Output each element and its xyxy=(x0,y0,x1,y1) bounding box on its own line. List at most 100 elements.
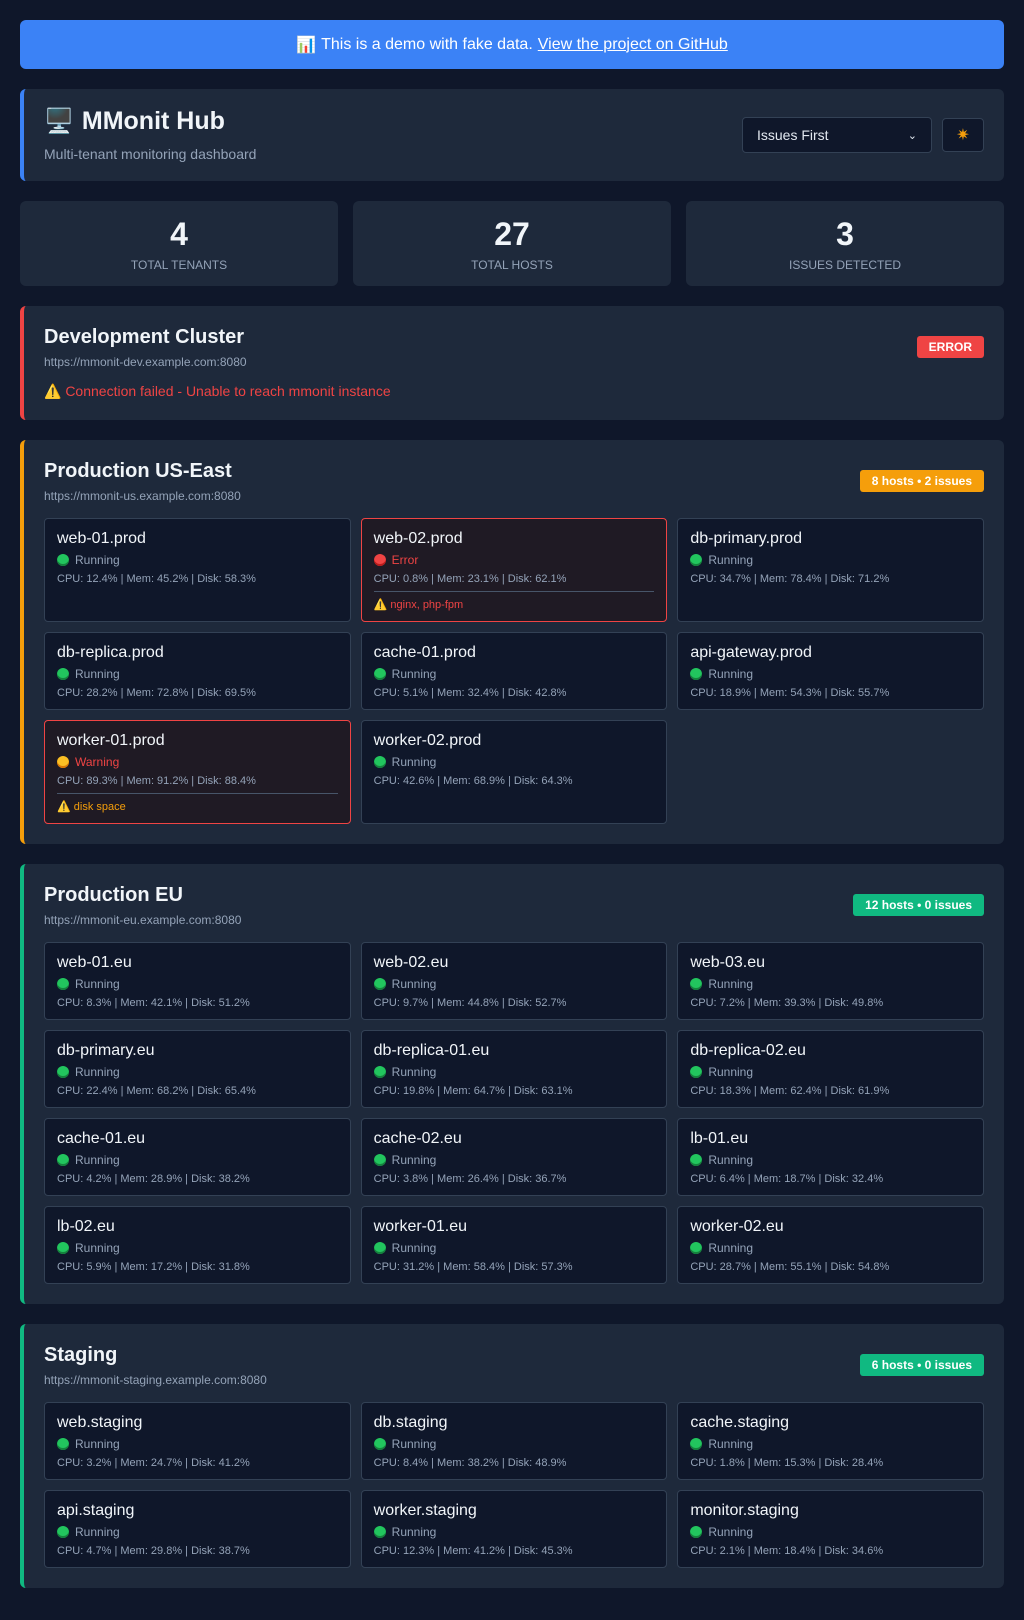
host-name: lb-02.eu xyxy=(57,1218,115,1235)
host-name: db-primary.prod xyxy=(690,530,803,547)
status-dot-icon xyxy=(57,1242,69,1254)
host-metrics: CPU: 31.2% | Mem: 58.4% | Disk: 57.3% xyxy=(373,1261,573,1273)
host-card[interactable]: web-01.prod Running CPU: 12.4% | Mem: 45.2… xyxy=(44,518,351,622)
host-metrics: CPU: 19.8% | Mem: 64.7% | Disk: 63.1% xyxy=(373,1085,573,1097)
host-card[interactable]: worker-02.eu Running CPU: 28.7% | Mem: 55.… xyxy=(677,1206,984,1284)
host-card[interactable]: worker-01.eu Running CPU: 31.2% | Mem: 58.… xyxy=(360,1206,668,1284)
host-card[interactable]: db-replica.prod Running CPU: 28.2% | Mem: … xyxy=(44,632,351,710)
status-dot-icon xyxy=(373,668,386,680)
status-dot-icon xyxy=(373,1526,386,1538)
host-card[interactable]: worker-02.prod Running CPU: 42.6% | Mem: 6… xyxy=(360,720,668,824)
host-card[interactable]: cache-01.eu Running CPU: 4.2% | Mem: 28.9%… xyxy=(44,1118,351,1196)
host-status-label: Error xyxy=(391,553,419,567)
host-status-label: Running xyxy=(708,1437,754,1451)
tenant-header: Development Cluster https://mmonit-dev.ex… xyxy=(44,326,984,369)
host-metrics: CPU: 9.7% | Mem: 44.8% | Disk: 52.7% xyxy=(373,997,567,1009)
stat-label: Issues Detected xyxy=(788,257,902,272)
host-card[interactable]: lb-02.eu Running CPU: 5.9% | Mem: 17.2% | … xyxy=(44,1206,351,1284)
host-status-label: Running xyxy=(708,1065,754,1079)
host-card[interactable]: cache.staging Running CPU: 1.8% | Mem: 15.… xyxy=(677,1402,984,1480)
host-card[interactable]: web-03.eu Running CPU: 7.2% | Mem: 39.3% |… xyxy=(677,942,984,1020)
github-link[interactable]: View the project on GitHub xyxy=(538,36,728,54)
banner-text: This is a demo with fake data. xyxy=(321,35,533,53)
host-status-label: Running xyxy=(75,1065,120,1079)
host-status: Running xyxy=(373,1241,655,1255)
host-status-label: Running xyxy=(75,1437,120,1451)
header-controls: Issues First ⌄ ✷ xyxy=(742,107,984,181)
status-dot-icon xyxy=(690,1438,703,1450)
host-status: Running xyxy=(57,977,338,991)
host-status: Running xyxy=(373,755,655,769)
host-metrics: CPU: 18.3% | Mem: 62.4% | Disk: 61.9% xyxy=(690,1085,890,1097)
host-name: web-01.prod xyxy=(57,530,146,547)
app-title: MMonit Hub xyxy=(81,107,225,135)
host-status-label: Running xyxy=(391,1065,437,1079)
chevron-down-icon: ⌄ xyxy=(907,129,917,142)
host-name: cache-02.eu xyxy=(373,1130,462,1147)
tenant-header: Staging https://mmonit-staging.example.co… xyxy=(44,1344,984,1387)
status-dot-icon xyxy=(690,554,703,566)
stat-value: 3 xyxy=(836,215,854,252)
host-card[interactable]: monitor.staging Running CPU: 2.1% | Mem: 1… xyxy=(677,1490,984,1568)
host-card[interactable]: api.staging Running CPU: 4.7% | Mem: 29.8%… xyxy=(44,1490,351,1568)
host-status: Running xyxy=(57,1525,338,1539)
tenant-name: Development Cluster xyxy=(44,326,245,348)
host-status-label: Running xyxy=(391,1437,437,1451)
host-status: Running xyxy=(690,667,971,681)
status-dot-icon xyxy=(373,1066,386,1078)
host-card[interactable]: db-primary.eu Running CPU: 22.4% | Mem: 68… xyxy=(44,1030,351,1108)
host-name: worker.staging xyxy=(373,1502,477,1519)
host-name: db-replica-02.eu xyxy=(690,1042,806,1059)
host-status: Running xyxy=(57,1437,338,1451)
sun-icon: ✷ xyxy=(956,127,970,144)
host-status-label: Running xyxy=(75,553,120,567)
host-card[interactable]: db-replica-01.eu Running CPU: 19.8% | Mem:… xyxy=(360,1030,668,1108)
host-status-label: Running xyxy=(708,1241,754,1255)
host-card[interactable]: worker.staging Running CPU: 12.3% | Mem: 4… xyxy=(360,1490,668,1568)
tenant-title-group: Development Cluster https://mmonit-dev.ex… xyxy=(44,326,247,369)
host-card[interactable]: db-primary.prod Running CPU: 34.7% | Mem: … xyxy=(677,518,984,622)
host-status: Running xyxy=(690,1437,971,1451)
host-card[interactable]: worker-01.prod Warning CPU: 89.3% | Mem: 9… xyxy=(44,720,351,824)
host-status-label: Running xyxy=(708,1153,754,1167)
status-dot-icon xyxy=(57,1066,69,1078)
tenant-url: https://mmonit-us.example.com:8080 xyxy=(44,489,241,503)
host-metrics: CPU: 42.6% | Mem: 68.9% | Disk: 64.3% xyxy=(373,775,573,787)
status-dot-icon xyxy=(373,756,386,768)
host-status: Running xyxy=(373,667,655,681)
stat-card-tenants: 4 Total Tenants xyxy=(20,201,338,286)
status-dot-icon xyxy=(373,1154,386,1166)
app-subtitle: Multi-tenant monitoring dashboard xyxy=(44,146,257,162)
stat-value: 4 xyxy=(170,215,188,252)
host-card[interactable]: api-gateway.prod Running CPU: 18.9% | Mem:… xyxy=(677,632,984,710)
host-status-label: Running xyxy=(391,1241,437,1255)
host-card[interactable]: db.staging Running CPU: 8.4% | Mem: 38.2% … xyxy=(360,1402,668,1480)
host-card[interactable]: cache-01.prod Running CPU: 5.1% | Mem: 32.… xyxy=(360,632,668,710)
host-metrics: CPU: 1.8% | Mem: 15.3% | Disk: 28.4% xyxy=(690,1457,884,1469)
sort-select[interactable]: Issues First ⌄ xyxy=(742,117,932,153)
host-card[interactable]: web-02.eu Running CPU: 9.7% | Mem: 44.8% |… xyxy=(360,942,668,1020)
host-card[interactable]: web-01.eu Running CPU: 8.3% | Mem: 42.1% |… xyxy=(44,942,351,1020)
host-metrics: CPU: 12.4% | Mem: 45.2% | Disk: 58.3% xyxy=(57,573,256,585)
host-card[interactable]: web-02.prod Error CPU: 0.8% | Mem: 23.1% |… xyxy=(360,518,668,622)
status-badge: ERROR xyxy=(916,336,984,358)
tenant-url: https://mmonit-eu.example.com:8080 xyxy=(44,913,242,927)
host-status: Running xyxy=(690,1525,971,1539)
host-card[interactable]: lb-01.eu Running CPU: 6.4% | Mem: 18.7% | … xyxy=(677,1118,984,1196)
stat-label: Total Tenants xyxy=(130,257,228,272)
host-name: db-replica-01.eu xyxy=(373,1042,490,1059)
host-metrics: CPU: 22.4% | Mem: 68.2% | Disk: 65.4% xyxy=(57,1085,256,1097)
header-titles: 🖥️ MMonit Hub Multi-tenant monitoring da… xyxy=(44,107,256,181)
host-name: web-02.prod xyxy=(373,530,463,547)
host-card[interactable]: db-replica-02.eu Running CPU: 18.3% | Mem:… xyxy=(677,1030,984,1108)
host-metrics: CPU: 28.2% | Mem: 72.8% | Disk: 69.5% xyxy=(57,687,256,699)
host-card[interactable]: web.staging Running CPU: 3.2% | Mem: 24.7%… xyxy=(44,1402,351,1480)
theme-toggle-button[interactable]: ✷ xyxy=(942,118,984,152)
host-grid: web-01.eu Running CPU: 8.3% | Mem: 42.1% |… xyxy=(44,942,984,1284)
host-status: Running xyxy=(690,1065,971,1079)
host-status-label: Running xyxy=(75,977,120,991)
host-metrics: CPU: 34.7% | Mem: 78.4% | Disk: 71.2% xyxy=(690,573,890,585)
host-metrics: CPU: 4.2% | Mem: 28.9% | Disk: 38.2% xyxy=(57,1173,250,1185)
host-card[interactable]: cache-02.eu Running CPU: 3.8% | Mem: 26.4%… xyxy=(360,1118,668,1196)
status-dot-icon xyxy=(690,1242,703,1254)
